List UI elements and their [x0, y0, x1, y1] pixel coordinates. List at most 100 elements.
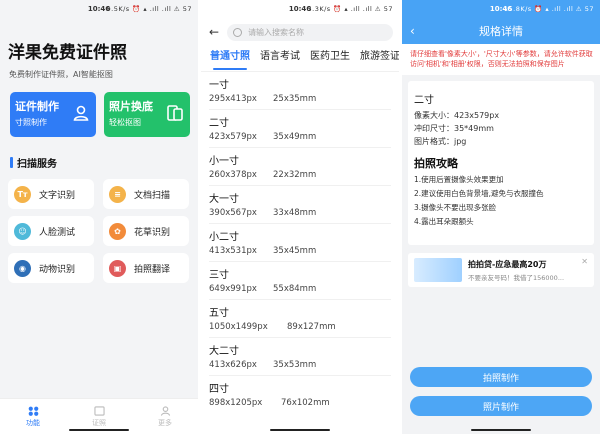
size-pixels: 1050x1499px — [209, 322, 268, 332]
service-plant-recognition[interactable]: ✿ 花草识别 — [103, 216, 189, 246]
tab-travel-visa[interactable]: 旅游签证 — [355, 50, 399, 72]
tab-photos[interactable]: 证照 — [92, 405, 106, 428]
list-item[interactable]: 二寸 423x579px 35x49mm — [209, 110, 391, 148]
service-label: 文档扫描 — [134, 190, 171, 201]
status-time: 10:46 — [288, 5, 312, 13]
flower-icon: ✿ — [109, 222, 126, 240]
size-name: 小一寸 — [209, 156, 239, 167]
list-item[interactable]: 小一寸 260x378px 22x32mm — [209, 148, 391, 186]
photo-make-button[interactable]: 照片制作 — [410, 396, 592, 416]
tab-label: 更多 — [158, 418, 172, 427]
permission-warning: 请仔细查看'像素大小'，'尺寸大小'等参数，请允许软件获取访问'相机'和'相册'… — [402, 44, 600, 75]
service-label: 文字识别 — [39, 190, 76, 201]
tab-label: 证照 — [92, 418, 106, 427]
size-pixels: 898x1205px — [209, 398, 263, 408]
service-document-scan[interactable]: ≡ 文档扫描 — [103, 179, 189, 209]
status-time: 10:46 — [87, 5, 111, 13]
category-tabs: 普通寸照 语言考试 医药卫生 旅游签证 — [201, 42, 399, 72]
size-mm: 35x49mm — [273, 132, 317, 142]
service-label: 人脸测试 — [39, 227, 76, 238]
home-screen: 10:46 0.5K/s ⏰ ▴ .ıll .ıll ⚠ 57 洋果免费证件照 … — [0, 0, 198, 434]
app-title: 洋果免费证件照 — [8, 43, 127, 63]
size-name: 大二寸 — [209, 346, 239, 357]
size-pixels: 295x413px — [209, 94, 257, 104]
take-photo-button[interactable]: 拍照制作 — [410, 367, 592, 387]
service-text-recognition[interactable]: Tт 文字识别 — [8, 179, 94, 209]
spec-format: 图片格式：jpg — [414, 137, 467, 146]
home-indicator — [471, 429, 531, 431]
ad-subtitle: 不要亲友号码！我借了156000... — [468, 273, 565, 282]
list-item[interactable]: 大二寸 413x626px 35x53mm — [209, 338, 391, 376]
list-item[interactable]: 小二寸 413x531px 35x45mm — [209, 224, 391, 262]
size-list: 一寸 295x413px 25x35mm 二寸 423x579px 35x49mm … — [201, 72, 399, 414]
size-pixels: 413x626px — [209, 360, 257, 370]
list-item[interactable]: 一寸 295x413px 25x35mm — [209, 72, 391, 110]
service-face-test[interactable]: ☺ 人脸测试 — [8, 216, 94, 246]
person-outline-icon — [160, 405, 170, 416]
service-label: 拍照翻译 — [134, 264, 171, 275]
size-name: 小二寸 — [209, 232, 239, 243]
list-item[interactable]: 三寸 649x991px 55x84mm — [209, 262, 391, 300]
list-item[interactable]: 大一寸 390x567px 33x48mm — [209, 186, 391, 224]
home-indicator — [69, 429, 129, 431]
service-photo-translate[interactable]: ▣ 拍照翻译 — [103, 253, 189, 283]
face-icon: ☺ — [14, 222, 31, 240]
translate-icon: ▣ — [109, 259, 126, 277]
section-marker — [10, 157, 13, 168]
tip-item: 4.露出耳朵跟额头 — [414, 217, 474, 226]
size-name: 一寸 — [209, 80, 229, 91]
size-pixels: 649x991px — [209, 284, 257, 294]
list-item[interactable]: 五寸 1050x1499px 89x127mm — [209, 300, 391, 338]
tab-more[interactable]: 更多 — [158, 405, 172, 428]
spec-pixel-size: 像素大小：423x579px — [414, 111, 500, 120]
status-bar: 10:46 3.3K/s ⏰ ▴ .ıll .ıll ⚠ 57 — [201, 0, 399, 18]
service-animal-recognition[interactable]: ◉ 动物识别 — [8, 253, 94, 283]
home-indicator — [270, 429, 330, 431]
tab-language-exam[interactable]: 语言考试 — [255, 50, 305, 72]
back-chevron-icon[interactable]: ‹ — [410, 24, 415, 38]
size-mm: 33x48mm — [273, 208, 317, 218]
grid-icon — [28, 406, 38, 416]
change-background-card[interactable]: 照片换底 轻松抠图 — [104, 92, 190, 137]
size-mm: 76x102mm — [281, 398, 330, 408]
ad-banner[interactable]: 拍拍贷-应急最高20万 不要亲友号码！我借了156000... ✕ — [408, 253, 594, 287]
spec-info-card: 二寸 像素大小：423x579px 冲印尺寸：35*49mm 图片格式：jpg … — [408, 81, 594, 245]
search-input[interactable]: 请输入搜索名称 — [227, 23, 393, 41]
size-mm: 25x35mm — [273, 94, 317, 104]
search-icon — [233, 27, 243, 37]
list-item[interactable]: 四寸 898x1205px 76x102mm — [209, 376, 391, 414]
nav-bar: ‹ 规格详情 — [402, 18, 600, 44]
tip-item: 1.使用后置摄像头效果更加 — [414, 175, 504, 184]
size-name: 二寸 — [209, 118, 229, 129]
scan-services-title: 扫描服务 — [17, 159, 57, 170]
size-mm: 22x32mm — [273, 170, 317, 180]
size-list-screen: 10:46 3.3K/s ⏰ ▴ .ıll .ıll ⚠ 57 ← 请输入搜索名… — [201, 0, 399, 434]
tab-functions[interactable]: 功能 — [26, 406, 40, 428]
search-placeholder: 请输入搜索名称 — [248, 27, 305, 37]
tab-medical[interactable]: 医药卫生 — [305, 50, 355, 72]
size-pixels: 423x579px — [209, 132, 257, 142]
status-bar: 10:46 0.5K/s ⏰ ▴ .ıll .ıll ⚠ 57 — [0, 0, 198, 18]
spec-name: 二寸 — [414, 95, 434, 106]
back-arrow-icon[interactable]: ← — [209, 25, 219, 39]
person-icon — [73, 105, 89, 121]
size-mm: 89x127mm — [287, 322, 336, 332]
app-subtitle: 免费制作证件照，AI智能抠图 — [9, 70, 113, 79]
size-mm: 35x45mm — [273, 246, 317, 256]
id-photo-make-card[interactable]: 证件制作 寸照制作 — [10, 92, 96, 137]
close-icon[interactable]: ✕ — [581, 257, 588, 266]
tab-label: 功能 — [26, 418, 40, 427]
status-time: 10:46 — [489, 5, 513, 13]
service-label: 花草识别 — [134, 227, 171, 238]
tab-regular-photo[interactable]: 普通寸照 — [205, 50, 255, 72]
document-scan-icon: ≡ — [109, 185, 126, 203]
size-name: 大一寸 — [209, 194, 239, 205]
service-label: 动物识别 — [39, 264, 76, 275]
tip-item: 2.建议使用白色背景墙,避免与衣服撞色 — [414, 189, 544, 198]
services-grid: Tт 文字识别 ≡ 文档扫描 ☺ 人脸测试 ✿ 花草识别 ◉ 动物识别 ▣ 拍照… — [0, 170, 198, 283]
size-name: 五寸 — [209, 308, 229, 319]
spec-detail-screen: 10:46 15.8K/s ⏰ ▴ .ıll .ıll ⚠ 57 ‹ 规格详情 … — [402, 0, 600, 434]
size-name: 三寸 — [209, 270, 229, 281]
size-mm: 35x53mm — [273, 360, 317, 370]
swap-photo-icon — [167, 105, 183, 121]
